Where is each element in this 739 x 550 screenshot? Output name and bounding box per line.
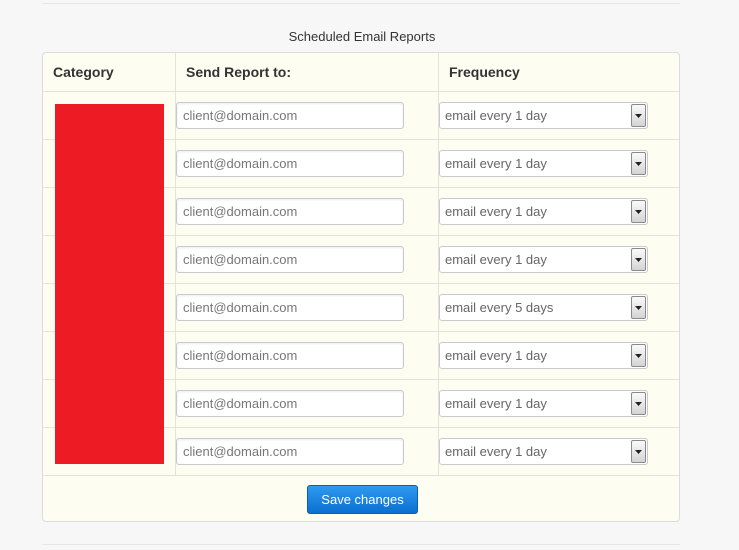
frequency-cell: email every 1 day [438, 427, 679, 476]
header-frequency: Frequency [438, 53, 679, 92]
header-send-to: Send Report to: [175, 53, 439, 92]
email-input[interactable] [176, 150, 404, 177]
email-input[interactable] [176, 438, 404, 465]
frequency-select[interactable]: email every 5 days [439, 294, 648, 321]
frequency-select[interactable]: email every 1 day [439, 438, 648, 465]
email-input[interactable] [176, 102, 404, 129]
table-header-row: Category Send Report to: Frequency [43, 53, 679, 92]
email-input[interactable] [176, 294, 404, 321]
bottom-divider [42, 544, 680, 545]
page-title: Scheduled Email Reports [288, 29, 436, 44]
redaction-block [55, 104, 164, 464]
chevron-down-icon[interactable] [631, 104, 646, 127]
frequency-value: email every 1 day [445, 156, 547, 171]
frequency-cell: email every 1 day [438, 235, 679, 284]
frequency-select[interactable]: email every 1 day [439, 150, 648, 177]
frequency-value: email every 1 day [445, 396, 547, 411]
email-input[interactable] [176, 246, 404, 273]
chevron-down-icon[interactable] [631, 200, 646, 223]
email-cell [175, 139, 439, 188]
email-input[interactable] [176, 390, 404, 417]
frequency-select[interactable]: email every 1 day [439, 246, 648, 273]
email-cell [175, 91, 439, 140]
frequency-cell: email every 1 day [438, 91, 679, 140]
email-input[interactable] [176, 342, 404, 369]
chevron-down-icon[interactable] [631, 152, 646, 175]
frequency-value: email every 1 day [445, 108, 547, 123]
frequency-select[interactable]: email every 1 day [439, 198, 648, 225]
frequency-value: email every 1 day [445, 204, 547, 219]
frequency-select[interactable]: email every 1 day [439, 102, 648, 129]
chevron-down-icon[interactable] [631, 392, 646, 415]
frequency-cell: email every 1 day [438, 187, 679, 236]
frequency-select[interactable]: email every 1 day [439, 390, 648, 417]
email-input[interactable] [176, 198, 404, 225]
chevron-down-icon[interactable] [631, 440, 646, 463]
chevron-down-icon[interactable] [631, 344, 646, 367]
email-cell [175, 379, 439, 428]
email-cell [175, 427, 439, 476]
reports-panel: Category Send Report to: Frequency email… [42, 52, 680, 522]
save-changes-button[interactable]: Save changes [307, 485, 418, 514]
top-divider [42, 3, 680, 4]
email-cell [175, 331, 439, 380]
email-cell [175, 187, 439, 236]
chevron-down-icon[interactable] [631, 296, 646, 319]
frequency-value: email every 1 day [445, 252, 547, 267]
frequency-value: email every 1 day [445, 444, 547, 459]
email-cell [175, 235, 439, 284]
frequency-select[interactable]: email every 1 day [439, 342, 648, 369]
chevron-down-icon[interactable] [631, 248, 646, 271]
frequency-cell: email every 1 day [438, 331, 679, 380]
header-category: Category [43, 53, 176, 92]
frequency-value: email every 5 days [445, 300, 554, 315]
frequency-cell: email every 1 day [438, 139, 679, 188]
frequency-cell: email every 5 days [438, 283, 679, 332]
frequency-cell: email every 1 day [438, 379, 679, 428]
email-cell [175, 283, 439, 332]
frequency-value: email every 1 day [445, 348, 547, 363]
